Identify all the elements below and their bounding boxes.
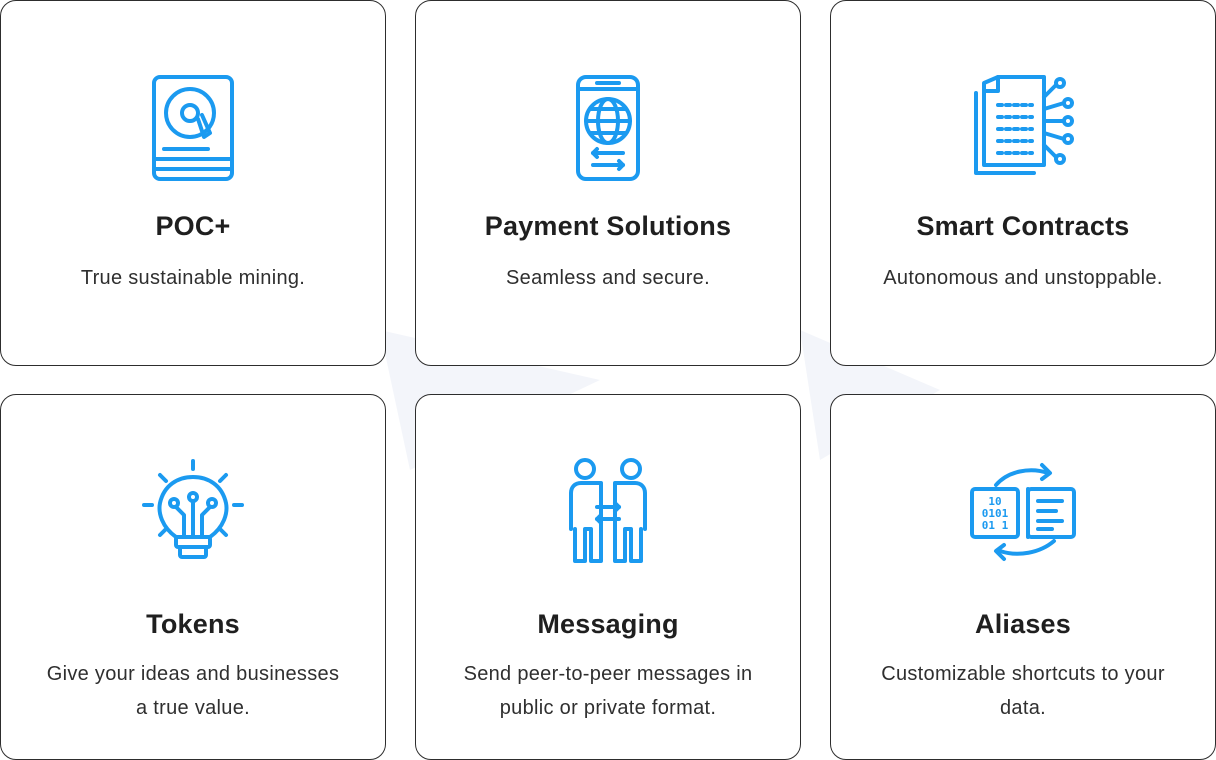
feature-card-tokens: Tokens Give your ideas and businesses a … xyxy=(0,394,386,760)
hard-drive-icon xyxy=(138,73,248,183)
feature-title: POC+ xyxy=(155,211,231,241)
mobile-globe-icon xyxy=(553,73,663,183)
feature-title: Tokens xyxy=(146,609,240,639)
feature-description: Autonomous and unstoppable. xyxy=(883,267,1163,289)
feature-title: Messaging xyxy=(537,609,679,639)
document-circuit-icon xyxy=(968,73,1078,183)
people-exchange-icon xyxy=(553,457,663,567)
svg-text:01 1: 01 1 xyxy=(982,519,1009,532)
feature-title: Payment Solutions xyxy=(484,211,732,241)
data-sync-icon: 10 0101 01 1 xyxy=(968,457,1078,567)
feature-description: Seamless and secure. xyxy=(506,267,710,289)
feature-card-poc: POC+ True sustainable mining. xyxy=(0,0,386,366)
feature-description: Send peer-to-peer messages in public or … xyxy=(463,663,753,719)
feature-card-smart-contracts: Smart Contracts Autonomous and unstoppab… xyxy=(830,0,1216,366)
feature-card-payment: Payment Solutions Seamless and secure. xyxy=(415,0,801,366)
feature-grid: POC+ True sustainable mining. Payment So… xyxy=(0,0,1216,760)
feature-card-aliases: 10 0101 01 1 Aliases Customizable shortc… xyxy=(830,394,1216,760)
feature-description: Give your ideas and businesses a true va… xyxy=(46,663,340,719)
feature-card-messaging: Messaging Send peer-to-peer messages in … xyxy=(415,394,801,760)
feature-description: Customizable shortcuts to your data. xyxy=(881,663,1165,719)
feature-title: Aliases xyxy=(975,609,1071,639)
lightbulb-circuit-icon xyxy=(138,457,248,567)
feature-description: True sustainable mining. xyxy=(80,267,306,289)
feature-title: Smart Contracts xyxy=(916,211,1130,241)
